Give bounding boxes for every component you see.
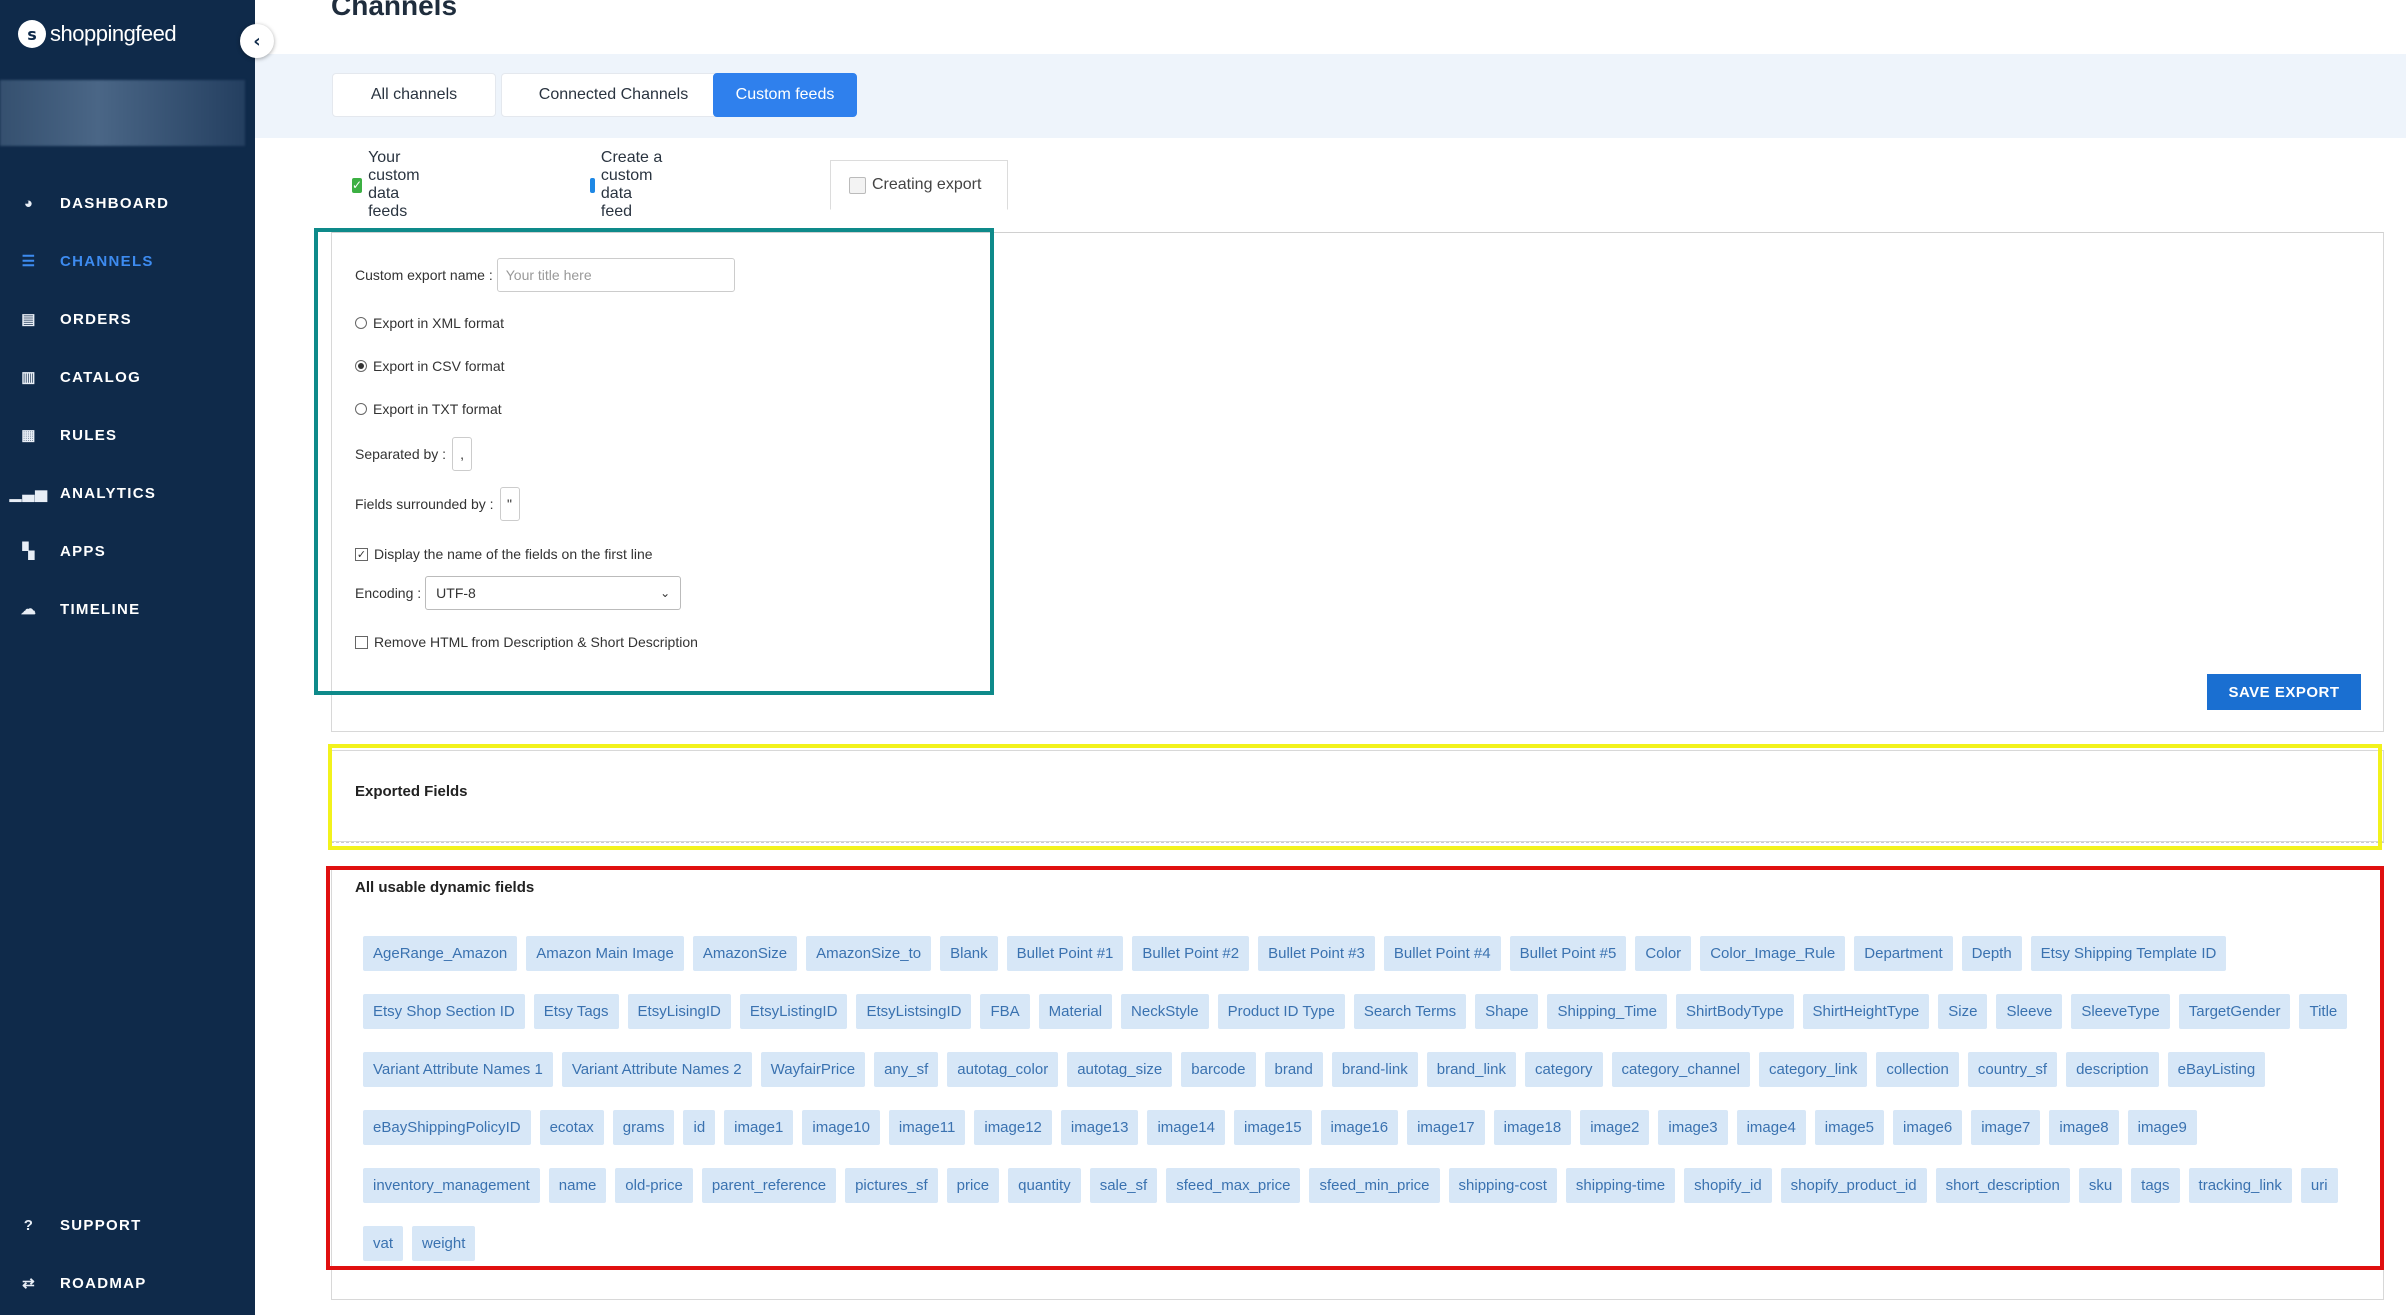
sidebar-item-label: TIMELINE [60, 600, 141, 618]
sidebar-item-channels[interactable]: ☰ CHANNELS [0, 232, 255, 290]
sidebar: s shoppingfeed ◕ DASHBOARD ☰ CHANNELS ▤ … [0, 0, 255, 1315]
document-icon [849, 176, 866, 194]
chevron-left-icon: ‹ [253, 30, 261, 52]
save-export-button[interactable]: SAVE EXPORT [2207, 674, 2361, 710]
collapse-sidebar-button[interactable]: ‹ [240, 24, 274, 58]
check-icon: ✓ [352, 177, 363, 193]
sidebar-item-roadmap[interactable]: ⇄ ROADMAP [0, 1254, 255, 1312]
dynamic-highlight-frame [326, 866, 2384, 1270]
cloud-icon: ☁ [20, 601, 38, 618]
sidebar-item-support[interactable]: ? SUPPORT [0, 1196, 255, 1254]
sidebar-item-label: ROADMAP [60, 1274, 147, 1292]
subtab-label: Creating export [872, 176, 982, 193]
sidebar-item-analytics[interactable]: ▁▃▅ ANALYTICS [0, 464, 255, 522]
sidebar-item-label: CATALOG [60, 368, 142, 386]
subtab-your-feeds[interactable]: ✓ Your custom data feeds [352, 149, 425, 220]
settings-highlight-frame [314, 228, 994, 695]
subtab-create-feed[interactable]: Create a custom data feed [590, 149, 663, 220]
sidebar-item-label: DASHBOARD [60, 194, 170, 212]
sidebar-item-dashboard[interactable]: ◕ DASHBOARD [0, 174, 255, 232]
question-icon: ? [23, 1216, 35, 1234]
sidebar-item-label: CHANNELS [60, 252, 154, 270]
document-icon: ▤ [21, 311, 37, 328]
subtab-label: Your custom data feeds [368, 149, 420, 220]
sidebar-nav: ◕ DASHBOARD ☰ CHANNELS ▤ ORDERS ▥ CATALO… [0, 174, 255, 638]
sidebar-item-label: APPS [60, 542, 107, 560]
brand-logo[interactable]: s shoppingfeed [18, 20, 177, 48]
grid-icon: ▚ [22, 543, 36, 560]
brand-name: shoppingfeed [50, 21, 177, 46]
sidebar-item-label: ORDERS [60, 310, 132, 328]
exported-highlight-frame [328, 744, 2382, 850]
sidebar-item-label: RULES [60, 426, 118, 444]
tab-connected-channels[interactable]: Connected Channels [501, 73, 726, 117]
sidebar-item-orders[interactable]: ▤ ORDERS [0, 290, 255, 348]
create-feed-icon [590, 177, 595, 193]
tab-all-channels[interactable]: All channels [332, 73, 496, 117]
bar-chart-icon: ▁▃▅ [9, 485, 49, 502]
page-title: Channels [331, 0, 458, 21]
sidebar-bottom-nav: ? SUPPORT ⇄ ROADMAP [0, 1196, 255, 1312]
clipboard-icon: ▦ [21, 427, 37, 444]
signpost-icon: ⇄ [22, 1275, 36, 1292]
book-icon: ▥ [21, 369, 37, 386]
sidebar-item-rules[interactable]: ▦ RULES [0, 406, 255, 464]
tab-custom-feeds[interactable]: Custom feeds [713, 73, 857, 117]
list-icon: ☰ [21, 253, 37, 270]
shoppingfeed-logo-icon: s [18, 20, 46, 48]
sidebar-item-apps[interactable]: ▚ APPS [0, 522, 255, 580]
sidebar-item-label: SUPPORT [60, 1216, 142, 1234]
subtab-label: Create a custom data feed [600, 149, 663, 220]
sidebar-item-catalog[interactable]: ▥ CATALOG [0, 348, 255, 406]
pie-chart-icon: ◕ [23, 194, 35, 212]
sidebar-item-timeline[interactable]: ☁ TIMELINE [0, 580, 255, 638]
user-account-block[interactable] [0, 80, 245, 146]
sidebar-item-label: ANALYTICS [60, 484, 157, 502]
subtab-creating-export[interactable]: Creating export [830, 160, 1008, 210]
channel-tabs-bar: All channels Connected Channels Custom f… [255, 54, 2406, 138]
